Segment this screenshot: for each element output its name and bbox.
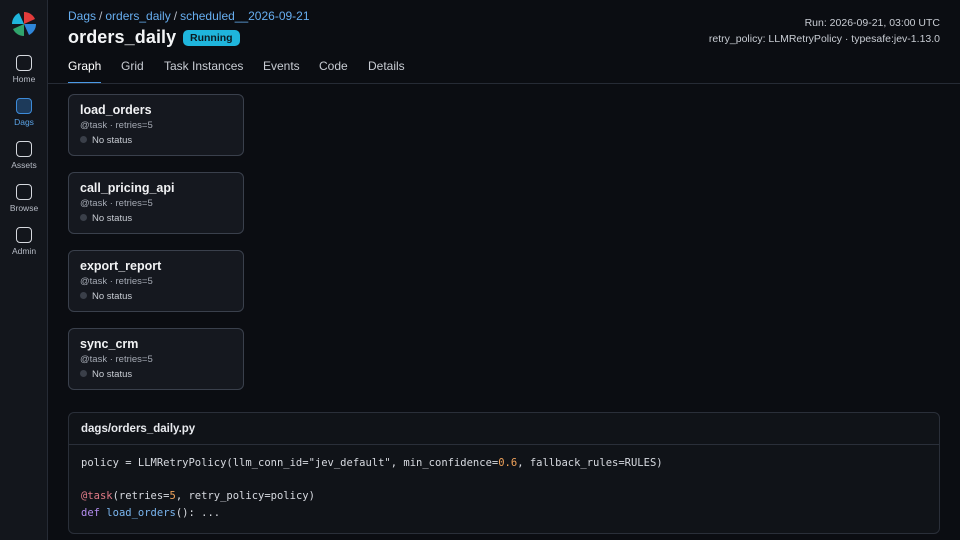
task-name: export_report: [80, 259, 162, 273]
page-title: orders_daily: [68, 27, 177, 47]
task-meta: @task · retries=5: [80, 120, 153, 131]
run-date: Run: 2026-09-21, 03:00 UTC: [804, 17, 940, 29]
status-badge: Running: [183, 30, 240, 46]
breadcrumb-separator: /: [173, 9, 178, 23]
sidebar-item-dags[interactable]: Dags: [0, 98, 48, 138]
task-node-load-orders[interactable]: load_orders @task · retries=5 No status: [68, 94, 244, 156]
airflow-logo-icon[interactable]: [11, 11, 37, 37]
code-text: , retry_policy=policy): [175, 490, 315, 502]
home-icon: [16, 55, 32, 71]
task-meta: @task · retries=5: [80, 354, 153, 365]
breadcrumb-link-dag[interactable]: orders_daily: [105, 9, 170, 23]
code-text: (retries=: [112, 490, 170, 502]
status-dot-icon: [80, 214, 87, 221]
sidebar-item-label: Browse: [9, 203, 39, 213]
code-text: , fallback_rules=RULES): [517, 457, 663, 469]
breadcrumb-link-run[interactable]: scheduled__2026-09-21: [180, 9, 309, 23]
status-dot-icon: [80, 292, 87, 299]
sidebar-item-home[interactable]: Home: [0, 55, 48, 95]
task-meta: @task · retries=5: [80, 276, 153, 287]
task-status-label: No status: [92, 213, 133, 224]
status-dot-icon: [80, 136, 87, 143]
tab-grid[interactable]: Grid: [121, 59, 144, 83]
task-status: No status: [80, 291, 132, 302]
code-line-4: def load_orders(): ...: [81, 507, 220, 519]
code-keyword: def: [81, 506, 100, 519]
sidebar-item-browse[interactable]: Browse: [0, 184, 48, 224]
run-info: Run: 2026-09-21, 03:00 UTC retry_policy:…: [709, 15, 940, 47]
dags-icon: [16, 98, 32, 114]
tab-graph[interactable]: Graph: [68, 59, 102, 84]
code-filename: dags/orders_daily.py: [69, 413, 939, 445]
task-name: sync_crm: [80, 337, 139, 351]
tab-divider: [48, 83, 960, 84]
sidebar-item-assets[interactable]: Assets: [0, 141, 48, 181]
code-line-3: @task(retries=5, retry_policy=policy): [81, 490, 315, 502]
task-name: load_orders: [80, 103, 152, 117]
code-block[interactable]: policy = LLMRetryPolicy(llm_conn_id="jev…: [69, 445, 939, 531]
code-panel: dags/orders_daily.py policy = LLMRetryPo…: [68, 412, 940, 534]
tab-code[interactable]: Code: [319, 59, 348, 83]
task-name: call_pricing_api: [80, 181, 175, 195]
task-status-label: No status: [92, 135, 133, 146]
retry-policy-info: retry_policy: LLMRetryPolicy · typesafe:…: [708, 33, 940, 45]
task-node-export-report[interactable]: export_report @task · retries=5 No statu…: [68, 250, 244, 312]
sidebar-item-label: Assets: [11, 160, 37, 170]
tab-task-instances[interactable]: Task Instances: [164, 59, 243, 83]
task-status-label: No status: [92, 291, 133, 302]
admin-icon: [16, 227, 32, 243]
browse-icon: [16, 184, 32, 200]
code-function-name: load_orders: [106, 506, 176, 519]
breadcrumb-separator: /: [99, 9, 103, 23]
status-dot-icon: [80, 370, 87, 377]
code-text: (): ...: [175, 506, 221, 519]
code-text: policy = LLMRetryPolicy(llm_conn_id="jev…: [81, 457, 499, 469]
breadcrumb-link-dags[interactable]: Dags: [68, 9, 96, 23]
task-meta: @task · retries=5: [80, 198, 153, 209]
sidebar-item-label: Home: [12, 74, 36, 84]
task-status: No status: [80, 213, 132, 224]
task-status-label: No status: [92, 369, 133, 380]
code-decorator: @task: [81, 490, 113, 502]
code-line-1: policy = LLMRetryPolicy(llm_conn_id="jev…: [81, 457, 663, 469]
assets-icon: [16, 141, 32, 157]
task-status: No status: [80, 135, 132, 146]
tab-events[interactable]: Events: [263, 59, 300, 83]
breadcrumb: Dags / orders_daily / scheduled__2026-09-21: [68, 9, 310, 23]
task-node-call-pricing-api[interactable]: call_pricing_api @task · retries=5 No st…: [68, 172, 244, 234]
task-status: No status: [80, 369, 132, 380]
tab-details[interactable]: Details: [368, 59, 405, 83]
sidebar-item-label: Admin: [11, 246, 37, 256]
task-node-sync-crm[interactable]: sync_crm @task · retries=5 No status: [68, 328, 244, 390]
sidebar-item-label: Dags: [14, 117, 34, 127]
sidebar: Home Dags Assets Browse Admin: [0, 0, 48, 540]
code-number: 0.6: [498, 457, 518, 469]
sidebar-item-admin[interactable]: Admin: [0, 227, 48, 267]
